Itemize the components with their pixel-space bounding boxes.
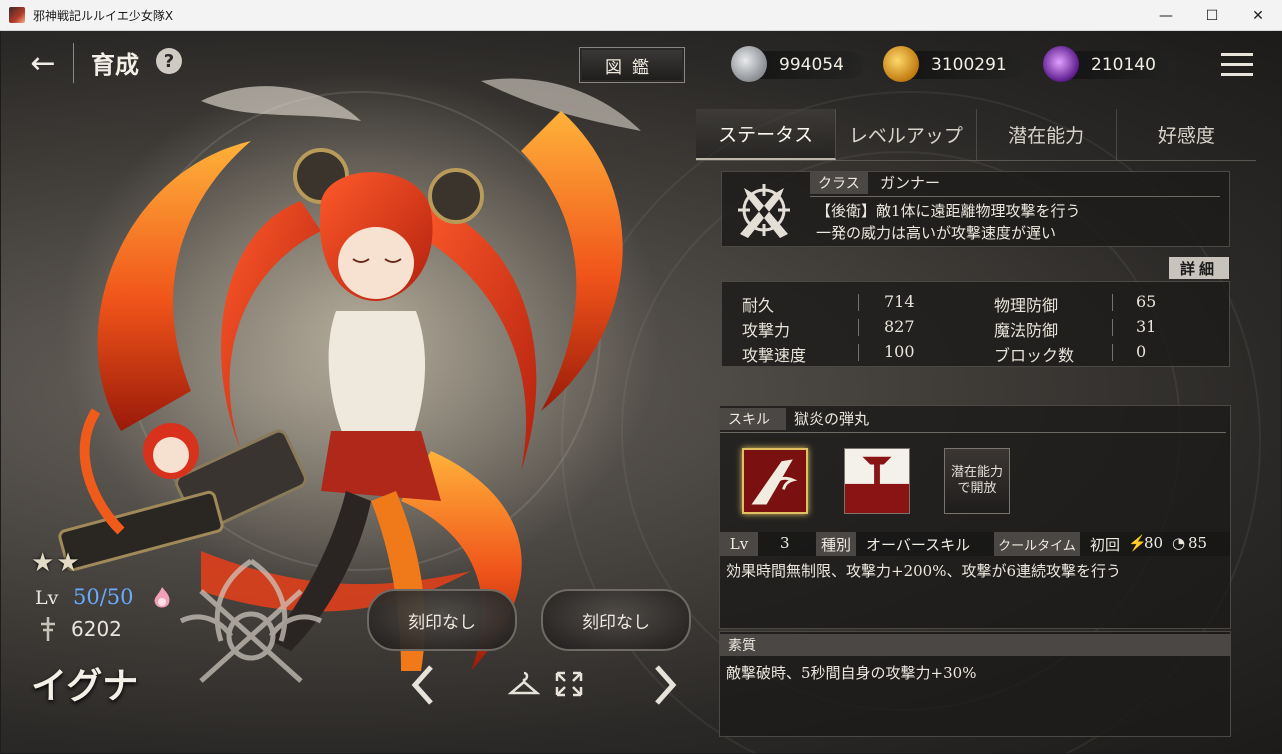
stats-box: 耐久 714 物理防御 65 攻撃力 827 魔法防御 31 攻撃速度 100 …	[721, 281, 1230, 367]
stat-label: 攻撃速度	[742, 346, 807, 365]
level-value: 50/50	[73, 585, 134, 609]
skill-description: 効果時間無制限、攻撃力+200%、攻撃が6連続攻撃を行う	[726, 562, 1121, 580]
trait-tag: 素質	[720, 634, 1230, 656]
gold-coin-icon	[883, 46, 919, 82]
currency-gold: 3100291	[883, 46, 1025, 82]
trait-box: 素質 敵撃破時、5秒間自身の攻撃力+30%	[719, 631, 1231, 737]
skill-level-value: 3	[780, 534, 790, 552]
locked-skill-text: で開放	[957, 481, 997, 496]
character-body	[328, 311, 426, 441]
stat-row: 攻撃力 827 魔法防御 31	[722, 315, 1231, 340]
cooldown-first-label: 初回	[1090, 536, 1121, 554]
stat-value: 65	[1136, 292, 1157, 311]
clock-icon: ◔	[1172, 534, 1186, 552]
stat-value: 0	[1136, 342, 1147, 361]
character-face	[338, 227, 414, 299]
stat-value: 714	[884, 292, 915, 311]
engraving-slot-1[interactable]: 刻印なし	[367, 589, 517, 651]
skill-type-value: オーバースキル	[866, 536, 971, 554]
class-description-line1: 【後衛】敵1体に遠距離物理攻撃を行う	[816, 202, 1081, 220]
tab-status[interactable]: ステータス	[696, 109, 837, 160]
skill-info-row: Lv 3 種別 オーバースキル クールタイム 初回 ⚡ 80 ◔ 85	[720, 532, 1230, 556]
rarity-stars: ★ ★	[31, 550, 80, 576]
combat-power-icon	[41, 617, 55, 641]
app-icon	[9, 7, 25, 23]
stat-label: ブロック数	[994, 346, 1075, 365]
cooldown-tag: クールタイム	[994, 532, 1080, 556]
skill-icon-locked[interactable]: 潜在能力 で開放	[944, 448, 1010, 514]
stat-label: 耐久	[742, 296, 775, 315]
character-skirt	[321, 431, 441, 501]
menu-icon[interactable]	[1219, 49, 1255, 81]
cooldown-time-value: 85	[1188, 534, 1208, 552]
maximize-button[interactable]: ☐	[1189, 0, 1235, 31]
skill-icon-overskill[interactable]	[742, 448, 808, 514]
level-label: Lv	[35, 587, 59, 609]
trait-description: 敵撃破時、5秒間自身の攻撃力+30%	[726, 664, 977, 682]
back-button[interactable]: ←	[21, 45, 65, 81]
tab-affection[interactable]: 好感度	[1117, 109, 1256, 160]
class-divider	[810, 196, 1220, 197]
next-character-arrow-icon[interactable]	[649, 663, 681, 707]
fullscreen-expand-icon[interactable]	[553, 669, 585, 699]
previous-character-arrow-icon[interactable]	[407, 663, 439, 707]
details-button[interactable]: 詳細	[1169, 257, 1229, 279]
silver-stone-icon	[731, 46, 767, 82]
purple-gem-icon	[1043, 46, 1079, 82]
skill-box: スキル 獄炎の弾丸 潜在能力 で開放 Lv 3 種別 オーバースキル クールタイ…	[719, 405, 1231, 629]
locked-skill-text: 潜在能力	[950, 465, 1003, 480]
skill-tag: スキル	[720, 408, 786, 430]
window-title: 邪神戦記ルルイエ少女隊X	[33, 8, 174, 23]
stat-value: 827	[884, 317, 915, 336]
help-icon[interactable]: ?	[156, 48, 182, 74]
minimize-button[interactable]: —	[1143, 0, 1189, 31]
costume-hanger-icon[interactable]	[508, 669, 540, 699]
encyclopedia-button[interactable]: 図鑑	[579, 47, 685, 83]
combat-power-value: 6202	[71, 617, 122, 641]
class-description-line2: 一発の威力は高いが攻撃速度が遅い	[816, 224, 1057, 242]
skill-icon-passive[interactable]	[844, 448, 910, 514]
stat-value: 100	[884, 342, 915, 361]
star-icon: ★	[31, 548, 55, 578]
game-canvas: ← 育成 ? 図鑑 994054 3100291 210140 ★ ★ Lv 5…	[1, 31, 1281, 753]
tab-level-up[interactable]: レベルアップ	[836, 109, 977, 160]
status-panel: ステータス レベルアップ 潜在能力 好感度 クラス ガンナー 【後衛】敵1体に遠…	[696, 109, 1256, 739]
currency-silver: 994054	[731, 46, 863, 82]
class-name: ガンナー	[880, 174, 941, 192]
class-tag: クラス	[810, 172, 868, 194]
stat-row: 攻撃速度 100 ブロック数 0	[722, 340, 1231, 365]
window-titlebar: 邪神戦記ルルイエ少女隊X — ☐ ✕	[0, 0, 1282, 31]
header-divider	[73, 43, 74, 83]
stat-value: 31	[1136, 317, 1157, 336]
stat-label: 攻撃力	[742, 321, 791, 340]
character-name: イグナ	[31, 665, 139, 707]
skill-type-tag: 種別	[816, 532, 856, 556]
class-info-box: クラス ガンナー 【後衛】敵1体に遠距離物理攻撃を行う 一発の威力は高いが攻撃速…	[721, 171, 1230, 247]
currency-gem-value: 210140	[1091, 55, 1156, 75]
currency-silver-value: 994054	[779, 55, 844, 75]
stat-row: 耐久 714 物理防御 65	[722, 290, 1231, 315]
star-icon: ★	[56, 548, 80, 578]
currency-gem: 210140	[1043, 46, 1177, 82]
skill-divider	[720, 432, 1226, 433]
cooldown-energy-value: 80	[1144, 534, 1164, 552]
page-title: 育成	[91, 50, 139, 79]
chibi-face	[153, 437, 189, 473]
currency-gold-value: 3100291	[931, 55, 1007, 75]
engraving-slot-2[interactable]: 刻印なし	[541, 589, 691, 651]
crossed-guns-icon	[738, 184, 790, 238]
stat-label: 魔法防御	[994, 321, 1059, 340]
tab-potential[interactable]: 潜在能力	[977, 109, 1117, 160]
skill-level-tag: Lv	[720, 532, 758, 556]
stat-label: 物理防御	[994, 296, 1059, 315]
status-tabs: ステータス レベルアップ 潜在能力 好感度	[696, 109, 1256, 161]
headphone-right	[428, 168, 484, 224]
close-button[interactable]: ✕	[1235, 0, 1281, 31]
faction-emblem-icon	[179, 558, 323, 683]
skill-name: 獄炎の弾丸	[794, 410, 870, 428]
